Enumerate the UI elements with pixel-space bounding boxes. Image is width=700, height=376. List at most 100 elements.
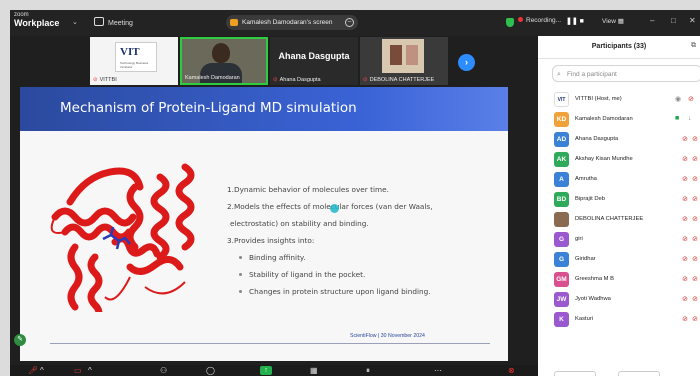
list-item[interactable]: AD Ahana Dasgupta ⊘ ⊘	[538, 130, 700, 150]
list-item[interactable]: AK Akshay Kisan Mundhe ⊘ ⊘	[538, 150, 700, 170]
participant-search-input[interactable]: ⌕ Find a participant	[552, 65, 700, 82]
participant-name: giri	[575, 236, 583, 242]
more-icon[interactable]: ⋯	[434, 366, 442, 376]
list-item[interactable]: K Kasturi ⊘ ⊘	[538, 310, 700, 330]
bottom-toolbar: 🎤︎ ^ ▭ ^ ⚇ ◯ ↑ ▦ ⏸ ⋯ ⊗	[10, 365, 538, 376]
share-screen-icon[interactable]: ↑	[260, 366, 272, 375]
chevron-up-icon[interactable]: ^	[40, 366, 44, 376]
invite-button[interactable]	[554, 371, 596, 376]
mic-muted-icon[interactable]: ⊘	[682, 315, 688, 323]
subpoint-1: Binding affinity.	[239, 253, 306, 262]
avatar: K	[554, 312, 569, 327]
mic-muted-icon[interactable]: 🎤︎	[28, 366, 38, 376]
mic-muted-icon[interactable]: ⊘	[682, 135, 688, 143]
camera-off-icon[interactable]: ⊘	[692, 175, 698, 183]
mic-muted-icon: ⊘	[273, 77, 278, 83]
end-meeting-icon[interactable]: ⊗	[508, 366, 515, 376]
meeting-label: Meeting	[108, 20, 133, 27]
maximize-button[interactable]: □	[671, 16, 676, 25]
chevron-down-icon[interactable]: ⌄	[72, 18, 78, 26]
shared-slide: Mechanism of Protein-Ligand MD simulatio…	[20, 87, 508, 361]
camera-off-icon[interactable]: ⊘	[692, 135, 698, 143]
close-share-icon[interactable]: –	[345, 18, 354, 27]
meeting-menu[interactable]: Meeting	[94, 17, 133, 27]
participant-name: Jyoti Wadhwa	[575, 296, 611, 302]
camera-off-icon[interactable]: ⊘	[692, 155, 698, 163]
participant-name: Amrutha	[575, 176, 597, 182]
list-item[interactable]: DEBOLINA CHATTERJEE ⊘ ⊘	[538, 210, 700, 230]
participant-name: Kasturi	[575, 316, 594, 322]
thumbnail-name: Kamalesh Damodaran	[185, 75, 240, 81]
participants-header: Participants (33) ⧉	[538, 36, 700, 59]
avatar: BD	[554, 192, 569, 207]
chevron-right-icon[interactable]: ›	[458, 54, 475, 71]
mic-muted-icon: ⊘	[363, 77, 368, 83]
participant-name: Biprajit Deb	[575, 196, 605, 202]
recording-label: Recording...	[526, 17, 562, 24]
list-item[interactable]: A Amrutha ⊘ ⊘	[538, 170, 700, 190]
avatar: KD	[554, 112, 569, 127]
thumbnail-ahana[interactable]: Ahana Dasgupta ⊘ Ahana Dasgupta	[270, 37, 358, 85]
participant-name: Greeshma M B	[575, 276, 614, 282]
meeting-icon	[94, 17, 104, 26]
popout-icon[interactable]: ⧉	[691, 42, 696, 50]
annotation-cursor-icon	[330, 204, 339, 213]
thumbnail-debolina[interactable]: ⊘ DEBOLINA CHATTERJEE	[360, 37, 448, 85]
slide-header: Mechanism of Protein-Ligand MD simulatio…	[20, 87, 508, 131]
whiteboard-icon[interactable]: ✎	[14, 334, 26, 346]
mute-all-button[interactable]	[618, 371, 660, 376]
mic-muted-icon[interactable]: ⊘	[682, 195, 688, 203]
window-frame-top	[0, 0, 700, 10]
view-button[interactable]: View ▦	[602, 17, 624, 25]
mic-muted-icon[interactable]: ⊘	[682, 235, 688, 243]
chat-icon[interactable]: ◯	[206, 366, 215, 376]
eye-icon[interactable]: ◉	[675, 95, 681, 103]
record-pause-icon[interactable]: ⏸	[366, 366, 370, 376]
camera-off-icon[interactable]: ⊘	[692, 215, 698, 223]
thumbnail-vittbi[interactable]: VIT Technology Business Incubator ⊘ VITTB…	[90, 37, 178, 85]
list-item[interactable]: KD Kamalesh Damodaran ■ ↓	[538, 110, 700, 130]
chevron-up-icon[interactable]: ^	[88, 366, 92, 376]
recording-controls[interactable]: ❚❚ ■	[566, 17, 584, 25]
thumbnail-kamalesh[interactable]: Kamalesh Damodaran	[180, 37, 268, 85]
list-item[interactable]: G Giridhar ⊘ ⊘	[538, 250, 700, 270]
recording-dot-icon	[518, 17, 523, 22]
mic-muted-icon[interactable]: ⊘	[682, 295, 688, 303]
top-bar: zoom Workplace ⌄ Meeting Kamalesh Damoda…	[10, 10, 700, 36]
list-item[interactable]: G giri ⊘ ⊘	[538, 230, 700, 250]
mic-icon[interactable]: ↓	[688, 115, 692, 122]
shield-icon[interactable]	[506, 18, 514, 27]
camera-off-icon[interactable]: ⊘	[692, 235, 698, 243]
mic-muted-icon[interactable]: ⊘	[682, 275, 688, 283]
mic-muted-icon[interactable]: ⊘	[682, 215, 688, 223]
minimize-button[interactable]: –	[650, 16, 654, 25]
thumbnail-big-name: Ahana Dasgupta	[278, 51, 350, 61]
camera-off-icon[interactable]: ⊘	[692, 275, 698, 283]
mic-muted-icon[interactable]: ⊘	[688, 95, 694, 103]
camera-off-icon[interactable]: ▭	[74, 366, 82, 376]
list-item[interactable]: VIT VITTBI (Host, me) ◉ ⊘	[538, 90, 700, 110]
list-item[interactable]: JW Jyoti Wadhwa ⊘ ⊘	[538, 290, 700, 310]
camera-off-icon[interactable]: ⊘	[692, 315, 698, 323]
zoom-app: zoom Workplace ⌄ Meeting Kamalesh Damoda…	[10, 10, 700, 376]
list-item[interactable]: BD Biprajit Deb ⊘ ⊘	[538, 190, 700, 210]
screen-share-pill[interactable]: Kamalesh Damodaran's screen –	[226, 15, 358, 30]
apps-icon[interactable]: ▦	[310, 366, 318, 376]
participant-name: Akshay Kisan Mundhe	[575, 156, 633, 162]
participant-name: DEBOLINA CHATTERJEE	[575, 216, 644, 222]
protein-structure-image	[50, 163, 195, 312]
camera-off-icon[interactable]: ⊘	[692, 195, 698, 203]
close-button[interactable]: ✕	[689, 16, 696, 25]
slide-divider	[50, 343, 490, 344]
screen-share-icon[interactable]: ■	[675, 115, 679, 122]
point-1: 1.Dynamic behavior of molecules over tim…	[227, 185, 389, 194]
list-item[interactable]: GM Greeshma M B ⊘ ⊘	[538, 270, 700, 290]
participants-icon[interactable]: ⚇	[160, 366, 167, 376]
recording-indicator[interactable]: Recording...	[518, 17, 561, 24]
camera-off-icon[interactable]: ⊘	[692, 295, 698, 303]
mic-muted-icon[interactable]: ⊘	[682, 255, 688, 263]
thumbnail-name: ⊘ DEBOLINA CHATTERJEE	[363, 77, 435, 83]
mic-muted-icon[interactable]: ⊘	[682, 175, 688, 183]
mic-muted-icon[interactable]: ⊘	[682, 155, 688, 163]
camera-off-icon[interactable]: ⊘	[692, 255, 698, 263]
